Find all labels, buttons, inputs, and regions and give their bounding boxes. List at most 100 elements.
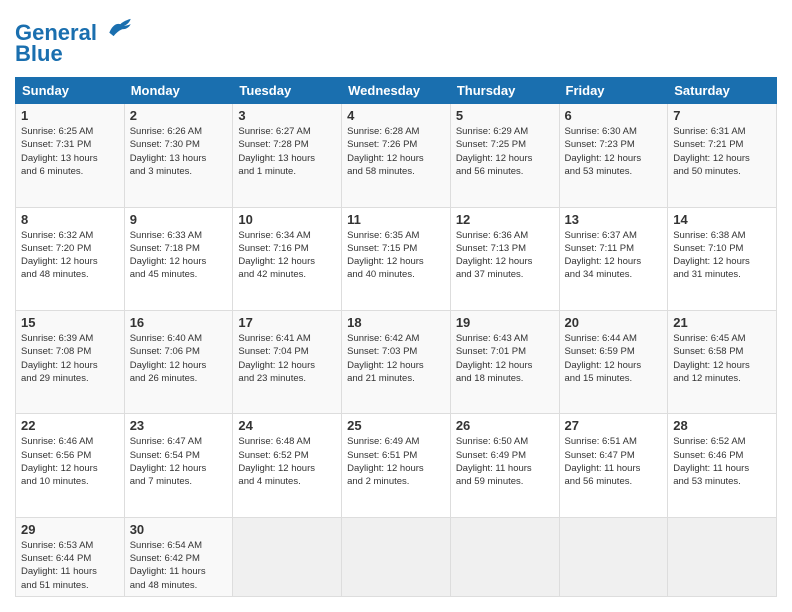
col-header-monday: Monday (124, 78, 233, 104)
daylight-text: and 3 minutes. (130, 165, 228, 178)
sunset-text: Sunset: 6:42 PM (130, 552, 228, 565)
sunset-text: Sunset: 7:15 PM (347, 242, 445, 255)
daylight-text: Daylight: 12 hours (21, 462, 119, 475)
calendar-cell: 17Sunrise: 6:41 AMSunset: 7:04 PMDayligh… (233, 311, 342, 414)
sunrise-text: Sunrise: 6:44 AM (565, 332, 663, 345)
sunrise-text: Sunrise: 6:52 AM (673, 435, 771, 448)
logo-bird-icon (105, 15, 135, 40)
daylight-text: and 59 minutes. (456, 475, 554, 488)
calendar-cell: 7Sunrise: 6:31 AMSunset: 7:21 PMDaylight… (668, 104, 777, 207)
calendar-cell: 9Sunrise: 6:33 AMSunset: 7:18 PMDaylight… (124, 207, 233, 310)
daylight-text: Daylight: 12 hours (673, 152, 771, 165)
day-number: 18 (347, 315, 445, 330)
col-header-wednesday: Wednesday (342, 78, 451, 104)
daylight-text: Daylight: 11 hours (565, 462, 663, 475)
calendar-week-row: 15Sunrise: 6:39 AMSunset: 7:08 PMDayligh… (16, 311, 777, 414)
calendar-cell: 16Sunrise: 6:40 AMSunset: 7:06 PMDayligh… (124, 311, 233, 414)
day-number: 24 (238, 418, 336, 433)
day-number: 11 (347, 212, 445, 227)
calendar-cell (559, 517, 668, 596)
sunrise-text: Sunrise: 6:43 AM (456, 332, 554, 345)
daylight-text: Daylight: 12 hours (130, 359, 228, 372)
col-header-sunday: Sunday (16, 78, 125, 104)
calendar-week-row: 22Sunrise: 6:46 AMSunset: 6:56 PMDayligh… (16, 414, 777, 517)
sunrise-text: Sunrise: 6:39 AM (21, 332, 119, 345)
sunrise-text: Sunrise: 6:32 AM (21, 229, 119, 242)
sunset-text: Sunset: 6:49 PM (456, 449, 554, 462)
daylight-text: and 21 minutes. (347, 372, 445, 385)
daylight-text: Daylight: 12 hours (565, 255, 663, 268)
daylight-text: and 56 minutes. (456, 165, 554, 178)
daylight-text: and 50 minutes. (673, 165, 771, 178)
logo: General Blue (15, 15, 135, 67)
day-number: 7 (673, 108, 771, 123)
calendar-cell: 26 Sunrise: 6:50 AMSunset: 6:49 PMDayligh… (450, 414, 559, 517)
daylight-text: and 34 minutes. (565, 268, 663, 281)
daylight-text: Daylight: 13 hours (130, 152, 228, 165)
sunrise-text: Sunrise: 6:34 AM (238, 229, 336, 242)
calendar-cell (668, 517, 777, 596)
calendar-cell: 22Sunrise: 6:46 AMSunset: 6:56 PMDayligh… (16, 414, 125, 517)
daylight-text: and 51 minutes. (21, 579, 119, 592)
day-number: 26 (456, 418, 554, 433)
daylight-text: Daylight: 11 hours (456, 462, 554, 475)
sunrise-text: Sunrise: 6:30 AM (565, 125, 663, 138)
daylight-text: and 53 minutes. (673, 475, 771, 488)
daylight-text: Daylight: 12 hours (347, 152, 445, 165)
sunrise-text: Sunrise: 6:31 AM (673, 125, 771, 138)
calendar-header-row: SundayMondayTuesdayWednesdayThursdayFrid… (16, 78, 777, 104)
day-number: 16 (130, 315, 228, 330)
calendar-cell: 15Sunrise: 6:39 AMSunset: 7:08 PMDayligh… (16, 311, 125, 414)
day-number: 28 (673, 418, 771, 433)
calendar-cell: 28Sunrise: 6:52 AMSunset: 6:46 PMDayligh… (668, 414, 777, 517)
sunrise-text: Sunrise: 6:38 AM (673, 229, 771, 242)
sunset-text: Sunset: 6:44 PM (21, 552, 119, 565)
daylight-text: and 37 minutes. (456, 268, 554, 281)
daylight-text: Daylight: 13 hours (238, 152, 336, 165)
sunrise-text: Sunrise: 6:45 AM (673, 332, 771, 345)
daylight-text: Daylight: 12 hours (347, 462, 445, 475)
calendar-cell: 30Sunrise: 6:54 AMSunset: 6:42 PMDayligh… (124, 517, 233, 596)
calendar-cell: 10Sunrise: 6:34 AMSunset: 7:16 PMDayligh… (233, 207, 342, 310)
daylight-text: and 56 minutes. (565, 475, 663, 488)
sunrise-text: Sunrise: 6:53 AM (21, 539, 119, 552)
day-number: 22 (21, 418, 119, 433)
daylight-text: and 42 minutes. (238, 268, 336, 281)
col-header-friday: Friday (559, 78, 668, 104)
calendar-week-row: 1Sunrise: 6:25 AMSunset: 7:31 PMDaylight… (16, 104, 777, 207)
day-number: 17 (238, 315, 336, 330)
daylight-text: and 7 minutes. (130, 475, 228, 488)
col-header-thursday: Thursday (450, 78, 559, 104)
day-number: 12 (456, 212, 554, 227)
daylight-text: and 53 minutes. (565, 165, 663, 178)
daylight-text: Daylight: 12 hours (21, 359, 119, 372)
calendar-cell: 4Sunrise: 6:28 AMSunset: 7:26 PMDaylight… (342, 104, 451, 207)
sunset-text: Sunset: 7:23 PM (565, 138, 663, 151)
sunrise-text: Sunrise: 6:27 AM (238, 125, 336, 138)
calendar-week-row: 8Sunrise: 6:32 AMSunset: 7:20 PMDaylight… (16, 207, 777, 310)
daylight-text: Daylight: 11 hours (673, 462, 771, 475)
sunrise-text: Sunrise: 6:35 AM (347, 229, 445, 242)
calendar-body: 1Sunrise: 6:25 AMSunset: 7:31 PMDaylight… (16, 104, 777, 597)
day-number: 19 (456, 315, 554, 330)
day-number: 20 (565, 315, 663, 330)
calendar-cell: 19Sunrise: 6:43 AMSunset: 7:01 PMDayligh… (450, 311, 559, 414)
daylight-text: Daylight: 12 hours (130, 255, 228, 268)
calendar-cell (342, 517, 451, 596)
daylight-text: and 1 minute. (238, 165, 336, 178)
sunset-text: Sunset: 7:13 PM (456, 242, 554, 255)
calendar-cell: 23Sunrise: 6:47 AMSunset: 6:54 PMDayligh… (124, 414, 233, 517)
calendar-cell: 29Sunrise: 6:53 AMSunset: 6:44 PMDayligh… (16, 517, 125, 596)
day-number: 27 (565, 418, 663, 433)
daylight-text: and 10 minutes. (21, 475, 119, 488)
day-number: 2 (130, 108, 228, 123)
calendar-cell: 8Sunrise: 6:32 AMSunset: 7:20 PMDaylight… (16, 207, 125, 310)
sunset-text: Sunset: 7:01 PM (456, 345, 554, 358)
sunrise-text: Sunrise: 6:51 AM (565, 435, 663, 448)
daylight-text: and 48 minutes. (130, 579, 228, 592)
sunset-text: Sunset: 6:56 PM (21, 449, 119, 462)
sunrise-text: Sunrise: 6:50 AM (456, 435, 554, 448)
daylight-text: Daylight: 12 hours (347, 255, 445, 268)
sunset-text: Sunset: 7:28 PM (238, 138, 336, 151)
sunset-text: Sunset: 7:31 PM (21, 138, 119, 151)
